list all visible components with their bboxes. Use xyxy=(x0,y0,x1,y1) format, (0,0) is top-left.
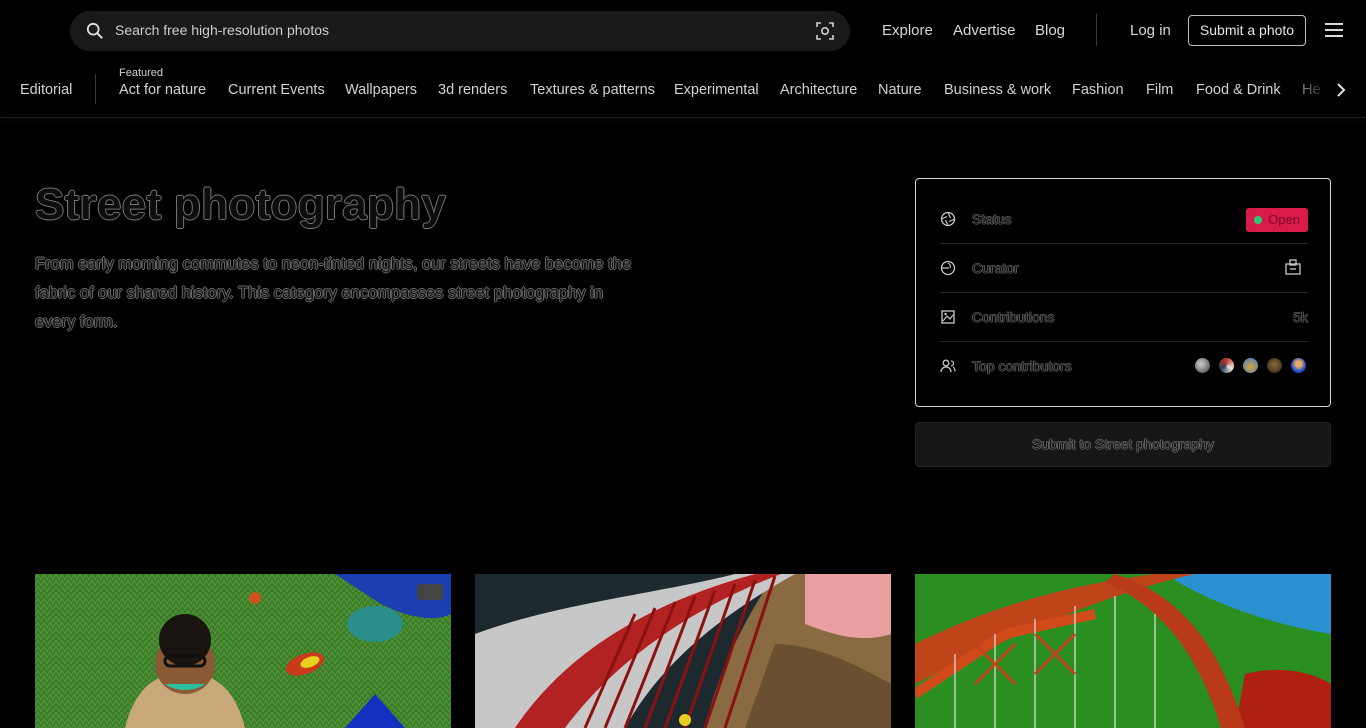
curator-logo-icon[interactable] xyxy=(1284,258,1302,276)
divider xyxy=(1096,14,1097,46)
submit-photo-button[interactable]: Submit a photo xyxy=(1188,15,1306,46)
top-navbar: Search free high-resolution photos Explo… xyxy=(0,0,1366,62)
topic-description: From early morning commutes to neon-tint… xyxy=(35,255,632,331)
photo-image xyxy=(915,574,1331,728)
nav-blog[interactable]: Blog xyxy=(1035,22,1065,39)
search-icon[interactable] xyxy=(86,22,104,40)
topic-info-card: Status Open Curator Contributions 5k Top… xyxy=(915,178,1331,407)
photo-image xyxy=(35,574,451,728)
search-input[interactable]: Search free high-resolution photos xyxy=(115,22,329,38)
chevron-right-icon[interactable] xyxy=(1334,82,1348,98)
search-bar[interactable]: Search free high-resolution photos xyxy=(70,11,850,51)
avatar[interactable] xyxy=(1242,357,1259,374)
status-dot xyxy=(1254,216,1263,224)
top-contributors-label: Top contributors xyxy=(972,358,1072,374)
curator-row: Curator xyxy=(940,244,1308,293)
login-link[interactable]: Log in xyxy=(1130,22,1171,39)
category-item[interactable]: Food & Drink xyxy=(1196,82,1281,98)
users-icon xyxy=(940,359,956,373)
scroll-fade xyxy=(1286,62,1366,117)
nav-advertise[interactable]: Advertise xyxy=(953,22,1016,39)
category-item[interactable]: Wallpapers xyxy=(345,82,417,98)
category-item[interactable]: Business & work xyxy=(944,82,1051,98)
category-item[interactable]: Nature xyxy=(878,82,922,98)
category-item[interactable]: Current Events xyxy=(228,82,325,98)
contributions-label: Contributions xyxy=(972,309,1055,325)
photo-tile[interactable] xyxy=(915,574,1331,728)
category-item[interactable]: Fashion xyxy=(1072,82,1124,98)
category-item[interactable]: 3d renders xyxy=(438,82,507,98)
contributions-row: Contributions 5k xyxy=(940,293,1308,342)
aperture-icon xyxy=(940,211,956,227)
category-item[interactable]: Act for nature xyxy=(119,82,206,98)
photo-tile[interactable] xyxy=(475,574,891,728)
image-stack-icon xyxy=(941,310,955,324)
status-label: Status xyxy=(972,211,1012,227)
contributions-count: 5k xyxy=(1293,309,1308,325)
curator-label: Curator xyxy=(972,260,1019,276)
category-item[interactable]: Experimental xyxy=(674,82,759,98)
category-bar: Editorial Featured Act for nature Curren… xyxy=(0,62,1366,118)
category-item[interactable]: Textures & patterns xyxy=(530,82,655,98)
category-item[interactable]: Film xyxy=(1146,82,1173,98)
top-contributors-avatars xyxy=(1194,357,1308,375)
status-row: Status Open xyxy=(940,195,1308,244)
avatar[interactable] xyxy=(1194,357,1211,374)
category-item[interactable]: Architecture xyxy=(780,82,857,98)
curator-globe-icon xyxy=(940,260,956,276)
avatar[interactable] xyxy=(1266,357,1283,374)
top-contributors-row: Top contributors xyxy=(940,342,1308,391)
avatar[interactable] xyxy=(1218,357,1235,374)
submit-to-topic-button[interactable]: Submit to Street photography xyxy=(915,422,1331,467)
photo-image xyxy=(475,574,891,728)
photo-tile[interactable] xyxy=(35,574,451,728)
visual-search-icon[interactable] xyxy=(816,22,834,40)
divider xyxy=(95,74,96,104)
status-badge: Open xyxy=(1246,208,1308,232)
status-value: Open xyxy=(1268,212,1300,227)
hamburger-menu-icon[interactable] xyxy=(1324,22,1344,38)
category-editorial[interactable]: Editorial xyxy=(20,82,72,98)
nav-explore[interactable]: Explore xyxy=(882,22,933,39)
avatar[interactable] xyxy=(1290,357,1307,374)
page-title: Street photography xyxy=(35,180,447,229)
featured-label: Featured xyxy=(119,67,164,79)
